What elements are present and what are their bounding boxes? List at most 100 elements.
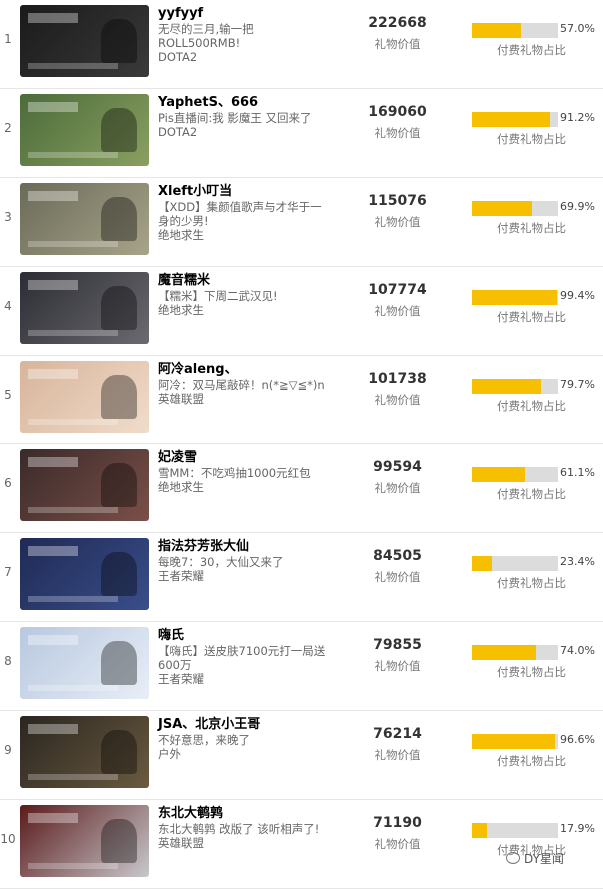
ratio-bar-track xyxy=(472,378,558,394)
stream-title: 【嗨氏】送皮肤7100元打一局送600万 xyxy=(158,644,326,673)
ranking-row[interactable]: 1 yyfyyf 无尽的三月,输一把ROLL500RMB! DOTA2 2226… xyxy=(0,0,603,89)
thumbnail-overlay xyxy=(28,507,118,514)
ranking-row[interactable]: 2 YaphetS、666 Pis直播间:我 影魔王 又回来了 DOTA2 16… xyxy=(0,89,603,178)
stream-title: 【糯米】下周二武汉见! xyxy=(158,288,278,303)
streamer-name[interactable]: 东北大鹌鹑 xyxy=(158,806,328,822)
stream-thumbnail[interactable] xyxy=(20,5,149,77)
streamer-name[interactable]: Xleft小叮当 xyxy=(158,184,328,200)
thumbnail-overlay xyxy=(28,190,78,201)
streamer-name[interactable]: 妃凌雪 xyxy=(158,450,328,466)
thumbnail-figure xyxy=(101,819,137,864)
thumbnail-overlay xyxy=(28,368,78,379)
ratio-percent: 79.7% xyxy=(560,377,595,391)
ratio-percent: 17.9% xyxy=(560,822,595,836)
ranking-row[interactable]: 8 嗨氏 【嗨氏】送皮肤7100元打一局送600万 王者荣耀 79855 礼物价… xyxy=(0,622,603,712)
ratio-percent: 57.0% xyxy=(560,22,595,35)
gift-value: 169060 xyxy=(368,103,427,120)
thumbnail-figure xyxy=(101,463,137,508)
thumbnail-overlay xyxy=(28,596,118,603)
stream-title: 东北大鹌鹑 改版了 该听相声了! xyxy=(158,822,320,837)
streamer-name[interactable]: 指法芬芳张大仙 xyxy=(158,539,328,555)
stream-thumbnail[interactable] xyxy=(20,360,149,433)
gift-value-block: 99594 礼物价值 xyxy=(350,458,445,496)
gift-value-block: 115076 礼物价值 xyxy=(350,192,445,230)
streamer-name[interactable]: JSA、北京小王哥 xyxy=(158,717,328,733)
gift-value-block: 107774 礼物价值 xyxy=(350,281,445,319)
stream-thumbnail[interactable] xyxy=(20,538,149,611)
stream-category[interactable]: 王者荣耀 xyxy=(158,672,328,686)
ranking-row[interactable]: 9 JSA、北京小王哥 不好意思，来晚了 户外 76214 礼物价值 96.6%… xyxy=(0,711,603,801)
thumbnail-figure xyxy=(101,196,137,241)
ranking-row[interactable]: 7 指法芬芳张大仙 每晚7：30，大仙又来了 王者荣耀 84505 礼物价值 2… xyxy=(0,533,603,623)
stream-title: 不好意思，来晚了 xyxy=(158,733,250,748)
wechat-icon xyxy=(506,852,520,864)
thumbnail-overlay xyxy=(28,724,78,735)
gift-value-block: 169060 礼物价值 xyxy=(350,103,445,141)
ratio-percent: 99.4% xyxy=(560,288,595,302)
ratio-percent: 69.9% xyxy=(560,199,595,213)
gift-value: 222668 xyxy=(368,15,427,31)
thumbnail-figure xyxy=(101,285,137,330)
streamer-name[interactable]: yyfyyf xyxy=(158,6,328,22)
ratio-bar-fill xyxy=(472,111,551,127)
ratio-bar-fill xyxy=(472,378,541,394)
ratio-percent: 91.2% xyxy=(560,110,595,124)
gift-value-block: 101738 礼物价值 xyxy=(350,370,445,408)
stream-info: Xleft小叮当 【XDD】集颜值歌声与才华于一身的少男! 绝地求生 xyxy=(158,184,328,242)
stream-category[interactable]: 王者荣耀 xyxy=(158,569,328,583)
stream-category[interactable]: DOTA2 xyxy=(158,125,328,139)
ratio-bar-fill xyxy=(472,556,493,572)
gift-value-label: 礼物价值 xyxy=(374,392,421,407)
stream-thumbnail[interactable] xyxy=(20,449,149,522)
gift-value-label: 礼物价值 xyxy=(374,570,421,585)
stream-thumbnail[interactable] xyxy=(20,182,149,255)
stream-title: 无尽的三月,输一把ROLL500RMB! xyxy=(158,22,254,50)
thumbnail-overlay xyxy=(28,101,78,112)
stream-category[interactable]: 绝地求生 xyxy=(158,303,328,317)
thumbnail-figure xyxy=(101,730,137,775)
stream-title: 【XDD】集颜值歌声与才华于一身的少男! xyxy=(158,199,322,228)
stream-category[interactable]: 绝地求生 xyxy=(158,228,328,242)
stream-info: 嗨氏 【嗨氏】送皮肤7100元打一局送600万 王者荣耀 xyxy=(158,628,328,686)
rank-number: 8 xyxy=(4,654,12,669)
streamer-name[interactable]: 阿冷aleng、 xyxy=(158,362,328,378)
rank-number: 6 xyxy=(4,476,12,491)
stream-info: 阿冷aleng、 阿冷：双马尾敲碎！n(*≧▽≦*)n 英雄联盟 xyxy=(158,362,328,406)
ranking-row[interactable]: 10 东北大鹌鹑 东北大鹌鹑 改版了 该听相声了! 英雄联盟 71190 礼物价… xyxy=(0,800,603,889)
streamer-name[interactable]: 魔音糯米 xyxy=(158,273,328,289)
ranking-row[interactable]: 6 妃凌雪 雪MM：不吃鸡抽1000元红包 绝地求生 99594 礼物价值 61… xyxy=(0,444,603,534)
thumbnail-figure xyxy=(101,19,137,63)
stream-thumbnail[interactable] xyxy=(20,716,149,789)
ratio-bar-track xyxy=(472,467,558,483)
ratio-bar-track xyxy=(472,23,558,38)
stream-category[interactable]: 绝地求生 xyxy=(158,480,328,494)
gift-value-block: 76214 礼物价值 xyxy=(350,725,445,763)
stream-thumbnail[interactable] xyxy=(20,805,149,878)
stream-category[interactable]: 户外 xyxy=(158,747,328,761)
ratio-bar-track xyxy=(472,556,558,572)
rank-number: 7 xyxy=(4,565,12,580)
streamer-name[interactable]: YaphetS、666 xyxy=(158,95,328,111)
ranking-row[interactable]: 3 Xleft小叮当 【XDD】集颜值歌声与才华于一身的少男! 绝地求生 115… xyxy=(0,178,603,267)
stream-category[interactable]: 英雄联盟 xyxy=(158,392,328,406)
thumbnail-overlay xyxy=(28,546,78,557)
ratio-bar-fill xyxy=(472,734,556,750)
ratio-percent: 61.1% xyxy=(560,466,595,480)
thumbnail-overlay xyxy=(28,279,78,290)
gift-value-label: 礼物价值 xyxy=(374,37,421,51)
stream-thumbnail[interactable] xyxy=(20,627,149,700)
streamer-name[interactable]: 嗨氏 xyxy=(158,628,328,644)
gift-value-label: 礼物价值 xyxy=(374,481,421,496)
ranking-row[interactable]: 4 魔音糯米 【糯米】下周二武汉见! 绝地求生 107774 礼物价值 99.4… xyxy=(0,267,603,356)
ranking-row[interactable]: 5 阿冷aleng、 阿冷：双马尾敲碎！n(*≧▽≦*)n 英雄联盟 10173… xyxy=(0,356,603,445)
stream-category[interactable]: 英雄联盟 xyxy=(158,836,328,850)
stream-category[interactable]: DOTA2 xyxy=(158,50,328,64)
thumbnail-figure xyxy=(101,374,137,419)
rank-number: 10 xyxy=(0,832,16,847)
thumbnail-overlay xyxy=(28,151,118,158)
gift-value-label: 礼物价值 xyxy=(374,303,421,318)
stream-thumbnail[interactable] xyxy=(20,93,149,166)
stream-title: 每晚7：30，大仙又来了 xyxy=(158,555,284,570)
thumbnail-figure xyxy=(101,552,137,597)
stream-thumbnail[interactable] xyxy=(20,271,149,344)
